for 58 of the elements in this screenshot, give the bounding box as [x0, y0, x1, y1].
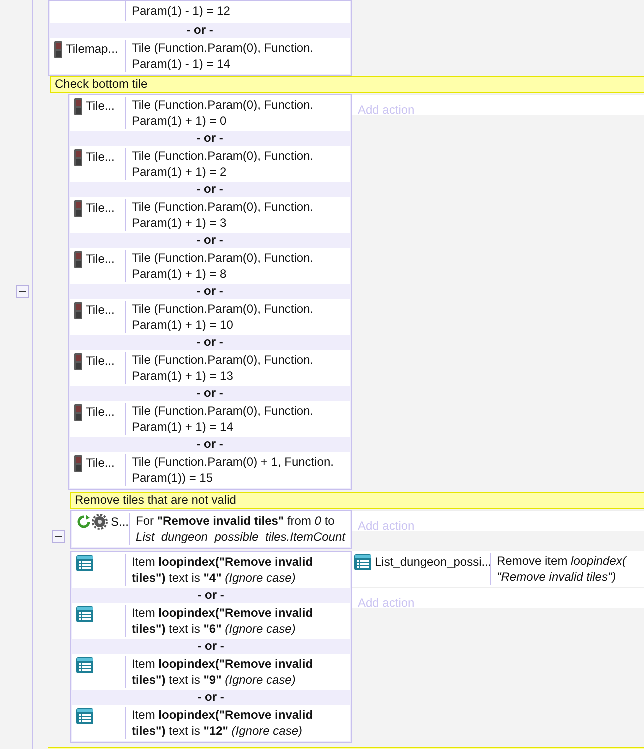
comment-bar: Remove tiles that are not valid [70, 492, 644, 509]
condition-text: Tile (Function.Param(0), Function. Param(1) + 1) = 14 [125, 403, 350, 435]
tile-block-icon [74, 404, 83, 422]
object-name: Tile... [86, 404, 115, 420]
or-separator: - or - [196, 588, 226, 603]
list-icon [76, 657, 94, 674]
object-name: Tilemap... [66, 41, 118, 57]
tile-block-icon [74, 251, 83, 269]
add-action-link[interactable]: Add action [358, 103, 415, 117]
action-text: Remove item loopindex( "Remove invalid tiles") [490, 553, 644, 585]
tile-block-icon [74, 302, 83, 320]
condition-text: Tile (Function.Param(0), Function. Param(1) - 1) = 14 [125, 40, 350, 72]
object-name: Tile... [86, 302, 115, 318]
object-name: Tile... [86, 251, 115, 267]
condition-text: For "Remove invalid tiles" from 0 to List_dungeon_possible_tiles.ItemCount [129, 513, 350, 545]
condition-text: Item loopindex("Remove invalid tiles") text is "12" (Ignore case) [125, 707, 350, 739]
add-action-link[interactable]: Add action [358, 596, 415, 610]
condition-text: Item loopindex("Remove invalid tiles") text is "9" (Ignore case) [125, 656, 350, 688]
condition-text: Tile (Function.Param(0), Function. Param(1) + 1) = 10 [125, 301, 350, 333]
tile-block-icon [74, 98, 83, 116]
condition-text: Tile (Function.Param(0), Function. Param(1) + 1) = 2 [125, 148, 350, 180]
condition-text: Tile (Function.Param(0) + 1, Function. Param(1)) = 15 [125, 454, 350, 486]
comment-bar: Check bottom tile [50, 76, 644, 93]
list-icon [76, 708, 94, 725]
object-name: Tile... [86, 353, 115, 369]
loop-and-gear-icon [76, 514, 108, 530]
or-separator: - or - [196, 233, 224, 248]
or-separator: - or - [196, 335, 224, 350]
or-separator: - or - [196, 284, 224, 299]
condition-text: Tile (Function.Param(0), Function. Param(1) + 1) = 13 [125, 352, 350, 384]
tile-block-icon [74, 455, 83, 473]
add-action-link[interactable]: Add action [358, 519, 415, 533]
tile-block-icon [74, 353, 83, 371]
collapse-toggle[interactable] [52, 530, 65, 543]
or-separator: - or - [196, 386, 224, 401]
tile-block-icon [74, 149, 83, 167]
collapse-toggle[interactable] [16, 285, 29, 298]
condition-text: Tile (Function.Param(0), Function. Param(1) + 1) = 3 [125, 199, 350, 231]
condition-text: Tile (Function.Param(0), Function. Param(1) + 1) = 8 [125, 250, 350, 282]
condition-text: Item loopindex("Remove invalid tiles") text is "6" (Ignore case) [125, 605, 350, 637]
condition-text: Item loopindex("Remove invalid tiles") text is "4" (Ignore case) [125, 554, 350, 586]
list-icon [76, 555, 94, 572]
object-name: S... [111, 514, 130, 530]
condition-text: Tile (Function.Param(0), Function. Param(1) + 1) = 0 [125, 97, 350, 129]
tile-block-icon [54, 41, 63, 59]
or-separator: - or - [196, 131, 224, 146]
or-separator: - or - [196, 690, 226, 705]
object-name: Tile... [86, 149, 115, 165]
object-name: Tile... [86, 200, 115, 216]
condition-text: Param(1) - 1) = 12 [125, 1, 350, 21]
object-name: Tile... [86, 455, 115, 471]
or-separator: - or - [196, 437, 224, 452]
or-separator: - or - [186, 23, 214, 38]
object-name: Tile... [86, 98, 115, 114]
or-separator: - or - [196, 182, 224, 197]
tile-block-icon [74, 200, 83, 218]
or-separator: - or - [196, 639, 226, 654]
list-icon [76, 606, 94, 623]
